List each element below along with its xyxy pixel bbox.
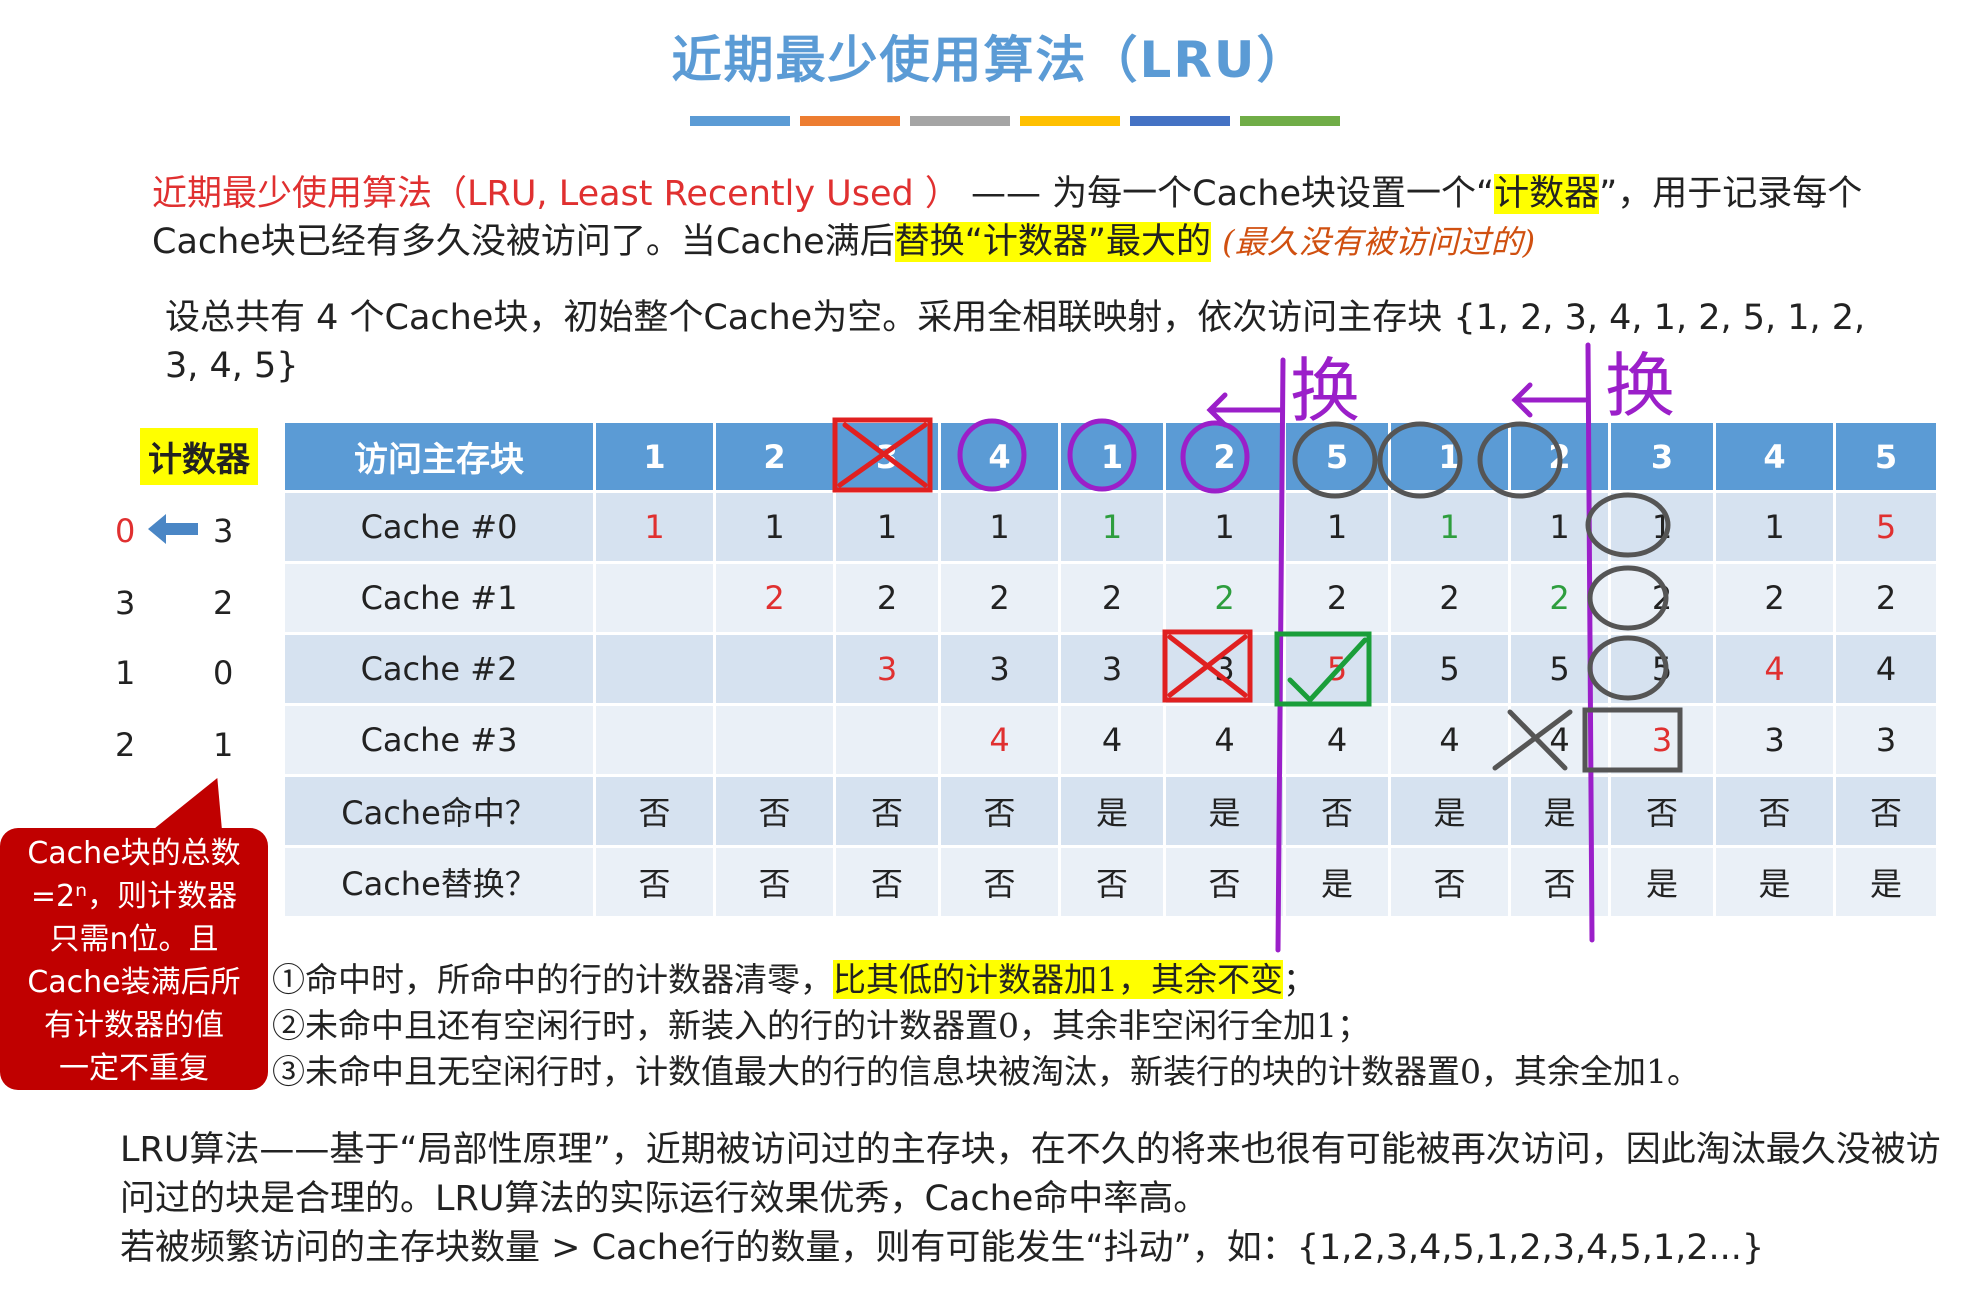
purple-arrow [1511, 382, 1588, 418]
handwritten-swap-1: 换 [1290, 350, 1360, 432]
purple-circle [1180, 420, 1250, 494]
green-check-box [1274, 631, 1372, 707]
red-cross-mark [837, 422, 928, 488]
gray-circle [1477, 421, 1563, 499]
gray-circle [1585, 492, 1671, 558]
red-cross-mark [1167, 634, 1248, 698]
gray-circle [1377, 421, 1463, 499]
handwritten-annotations: 换 换 [832, 342, 1683, 953]
gray-circle [1292, 421, 1378, 499]
purple-arrow [1206, 392, 1283, 428]
purple-divider-line [1585, 342, 1595, 943]
gray-cross-mark [1492, 709, 1573, 771]
gray-circle [1587, 565, 1669, 631]
gray-circle [1587, 635, 1669, 701]
green-check-mark [1287, 637, 1368, 704]
handwritten-swap-2: 换 [1605, 345, 1675, 427]
purple-circle [957, 418, 1027, 492]
gray-box [1582, 707, 1683, 773]
purple-circle [1067, 418, 1137, 492]
